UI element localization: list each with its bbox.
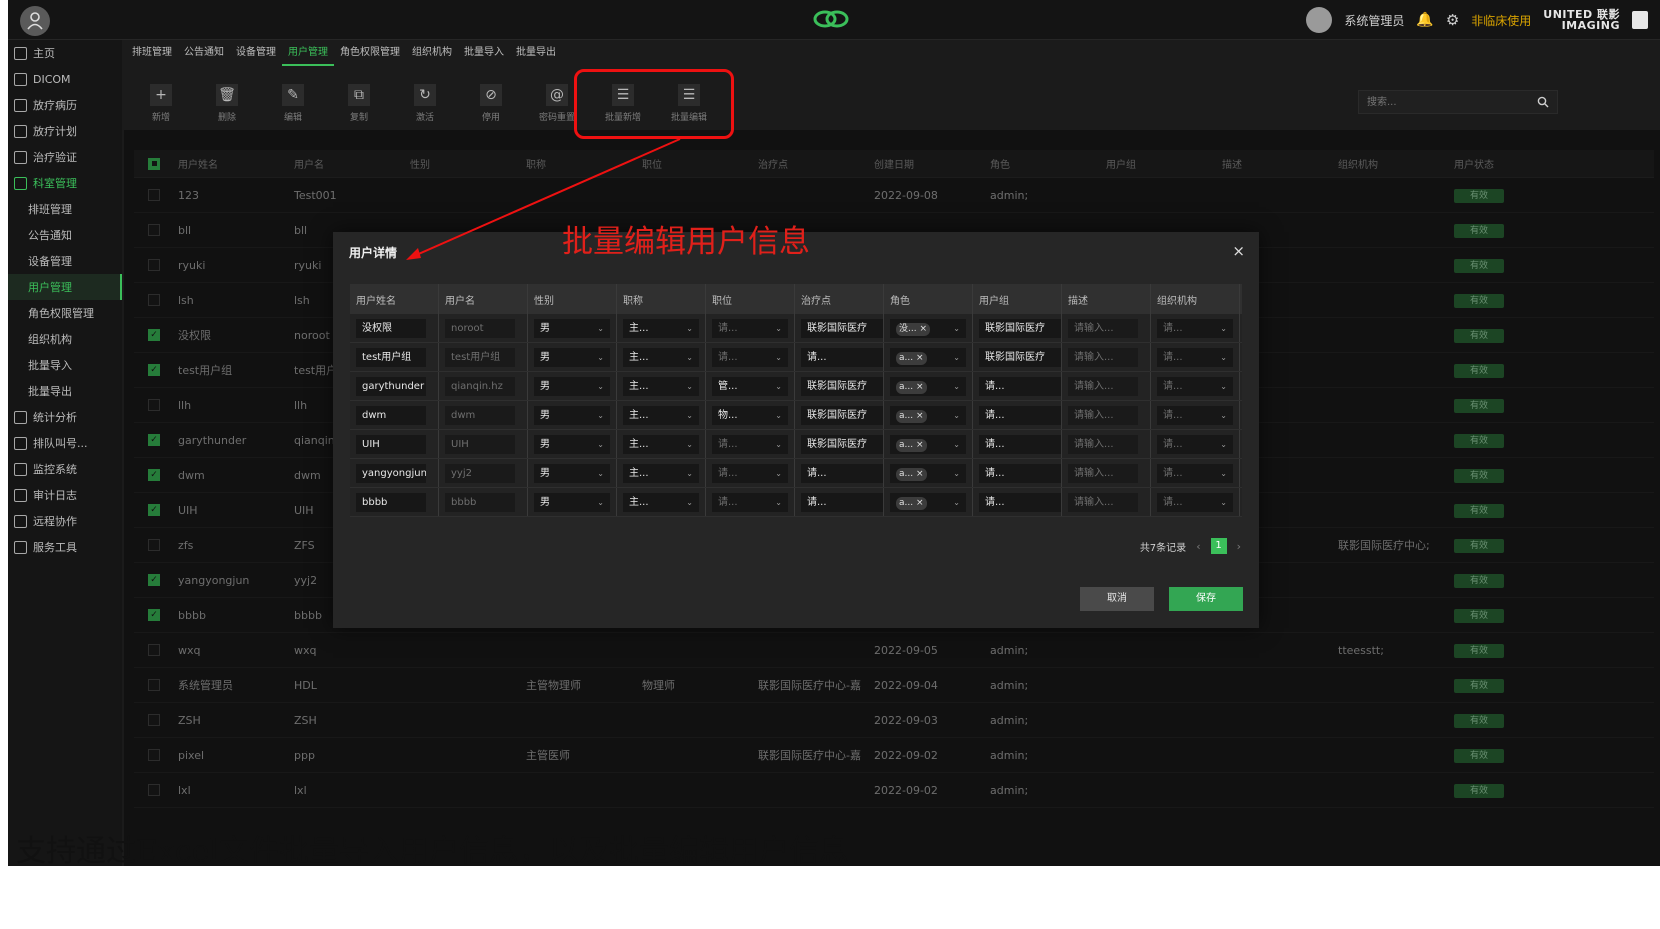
annotation-text: 批量编辑用户信息 [562, 224, 810, 260]
figure-caption: 支持通过Excel文件批量导入用户信息，以及批量编辑用户信息 [16, 834, 849, 869]
annotation-arrow [406, 138, 681, 260]
